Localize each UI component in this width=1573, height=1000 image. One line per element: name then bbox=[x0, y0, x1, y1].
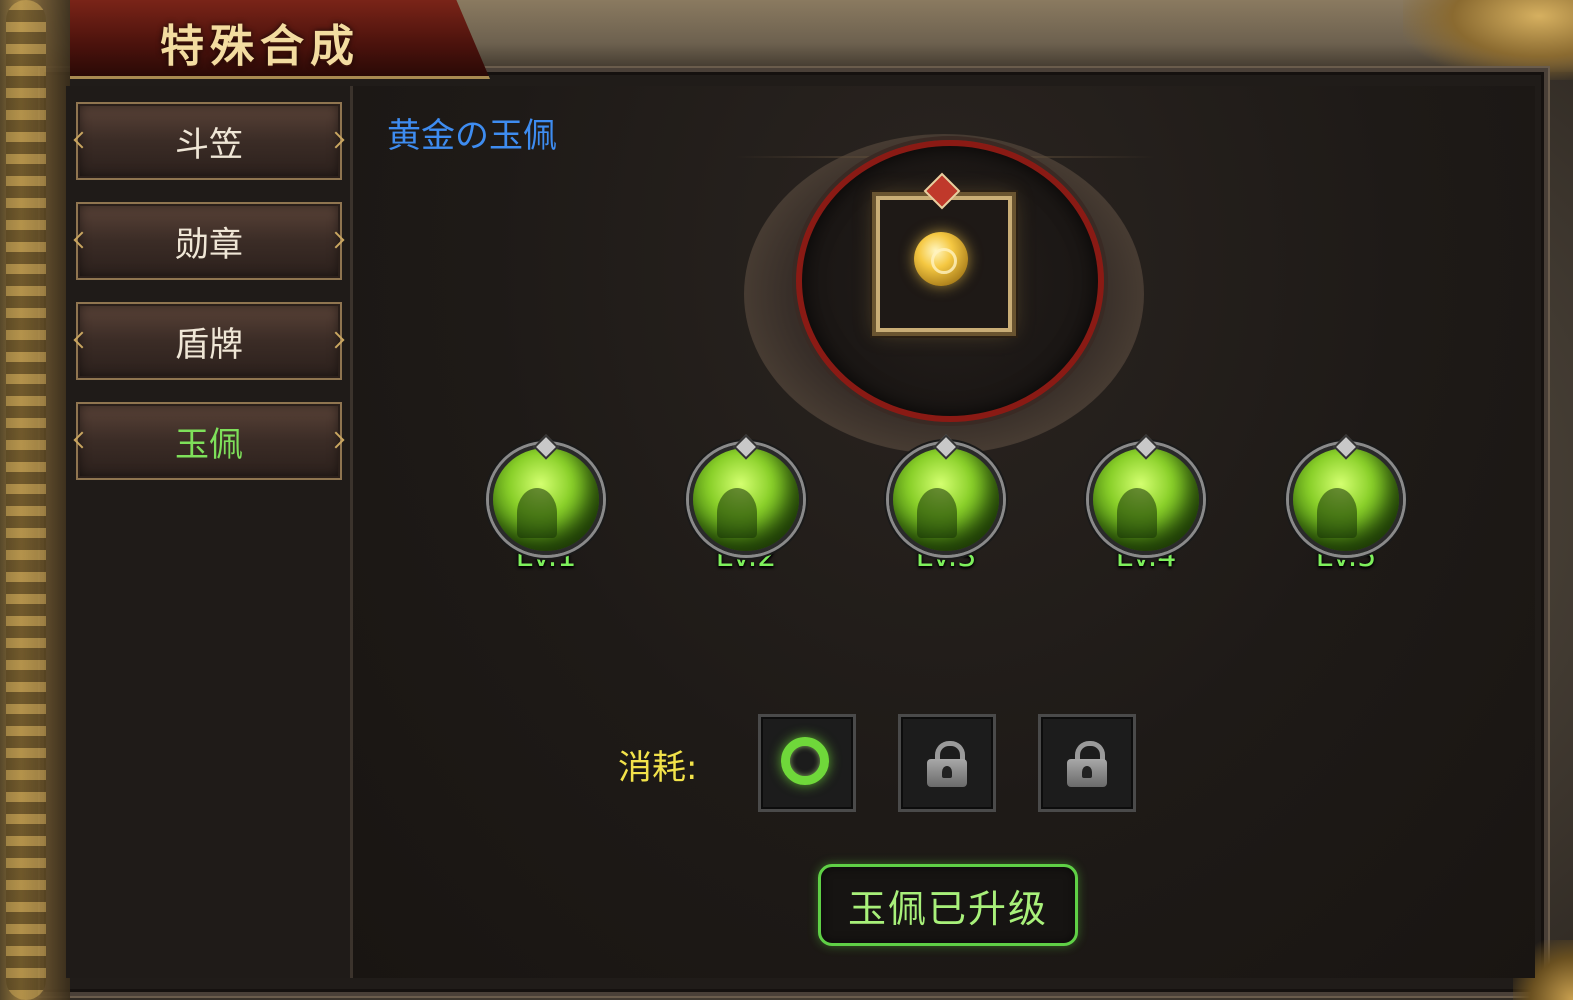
window-title: 特殊合成 bbox=[160, 21, 360, 72]
green-orb-icon bbox=[489, 444, 603, 555]
sidebar-item-hat[interactable]: 斗笠 bbox=[73, 102, 345, 180]
lock-icon bbox=[1067, 741, 1107, 787]
corner-ornament-icon bbox=[327, 331, 345, 349]
sidebar-item-label: 玉佩 bbox=[175, 424, 243, 465]
green-ring-icon bbox=[781, 737, 829, 785]
green-orb-icon bbox=[1089, 444, 1203, 555]
sidebar-item-shield[interactable]: 盾牌 bbox=[73, 302, 345, 380]
level-orb-3[interactable]: Lv.3 bbox=[886, 444, 1006, 574]
level-orb-5[interactable]: Lv.5 bbox=[1286, 444, 1406, 574]
corner-ornament-icon bbox=[327, 431, 345, 449]
lock-icon bbox=[927, 741, 967, 787]
gold-medal-icon bbox=[914, 232, 968, 286]
level-orb-2[interactable]: Lv.2 bbox=[686, 444, 806, 574]
sidebar-item-medal[interactable]: 勋章 bbox=[73, 202, 345, 280]
item-name: 黄金の玉佩 bbox=[387, 116, 557, 156]
corner-ornament-icon bbox=[73, 431, 91, 449]
corner-ornament-icon bbox=[327, 231, 345, 249]
level-orb-4[interactable]: Lv.4 bbox=[1086, 444, 1206, 574]
cost-slot-3[interactable] bbox=[1038, 714, 1136, 812]
cost-slot-2[interactable] bbox=[898, 714, 996, 812]
sidebar-item-label: 盾牌 bbox=[175, 324, 243, 365]
cost-slot-1[interactable] bbox=[758, 714, 856, 812]
dragon-border-decoration bbox=[0, 0, 70, 1000]
corner-ornament-icon bbox=[73, 231, 91, 249]
sidebar-item-label: 勋章 bbox=[175, 224, 243, 265]
green-orb-icon bbox=[689, 444, 803, 555]
sidebar-item-label: 斗笠 bbox=[175, 124, 243, 165]
corner-ornament-icon bbox=[73, 331, 91, 349]
green-orb-icon bbox=[889, 444, 1003, 555]
sidebar-item-jade-pendant[interactable]: 玉佩 bbox=[73, 402, 345, 480]
cost-label: 消耗: bbox=[618, 748, 698, 788]
level-orb-1[interactable]: Lv.1 bbox=[486, 444, 606, 574]
green-orb-icon bbox=[1289, 444, 1403, 555]
upgrade-button[interactable]: 玉佩已升级 bbox=[818, 864, 1078, 946]
corner-ornament-icon bbox=[73, 131, 91, 149]
corner-ornament-icon bbox=[327, 131, 345, 149]
category-sidebar: 斗笠 勋章 盾牌 玉佩 bbox=[66, 86, 353, 978]
